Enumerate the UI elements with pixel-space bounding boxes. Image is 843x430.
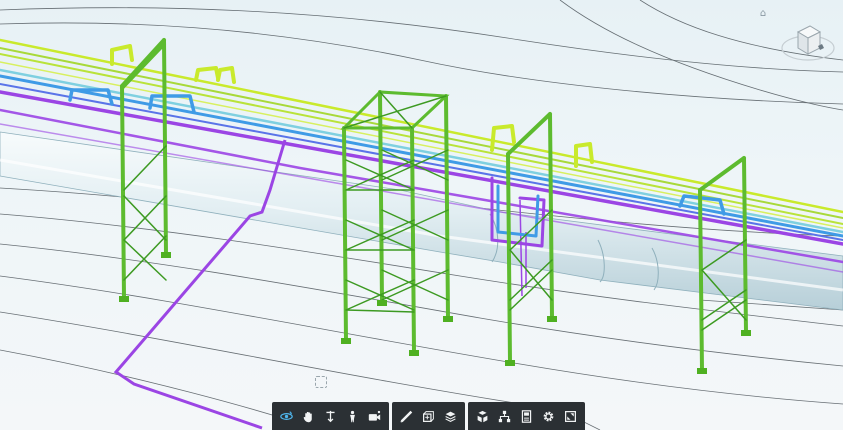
explode-button[interactable] [440,404,461,428]
person-icon [350,410,355,422]
orbit-icon [280,410,293,420]
settings-button[interactable] [538,404,559,428]
3d-model-scene[interactable] [0,0,843,430]
view-cube-icon[interactable] [780,14,836,70]
properties-button[interactable] [516,404,537,428]
hierarchy-icon [498,410,511,422]
gear-icon [543,411,554,421]
model-browser-button[interactable] [472,404,493,428]
viewer-toolbar [272,402,585,430]
fullscreen-icon [565,410,576,422]
model-viewport[interactable]: ⌂ [0,0,843,430]
cubes-icon [477,410,488,422]
toolbar-group-model [468,402,585,430]
pivot-marker [315,376,327,388]
section-box-icon [423,410,434,422]
zoom-icon [326,410,335,422]
section-button[interactable] [418,404,439,428]
camera-button[interactable] [364,404,385,428]
layers-icon [445,411,456,422]
fullscreen-button[interactable] [560,404,581,428]
home-icon[interactable]: ⌂ [757,8,769,20]
camera-icon [368,410,381,421]
measure-button[interactable] [396,404,417,428]
properties-icon [521,409,532,423]
toolbar-group-navigation [272,402,389,430]
zoom-button[interactable] [320,404,341,428]
first-person-button[interactable] [342,404,363,428]
orbit-button[interactable] [276,404,297,428]
hand-icon [303,411,312,422]
ruler-icon [400,410,413,423]
pan-button[interactable] [298,404,319,428]
structure-button[interactable] [494,404,515,428]
toolbar-group-analysis [392,402,465,430]
